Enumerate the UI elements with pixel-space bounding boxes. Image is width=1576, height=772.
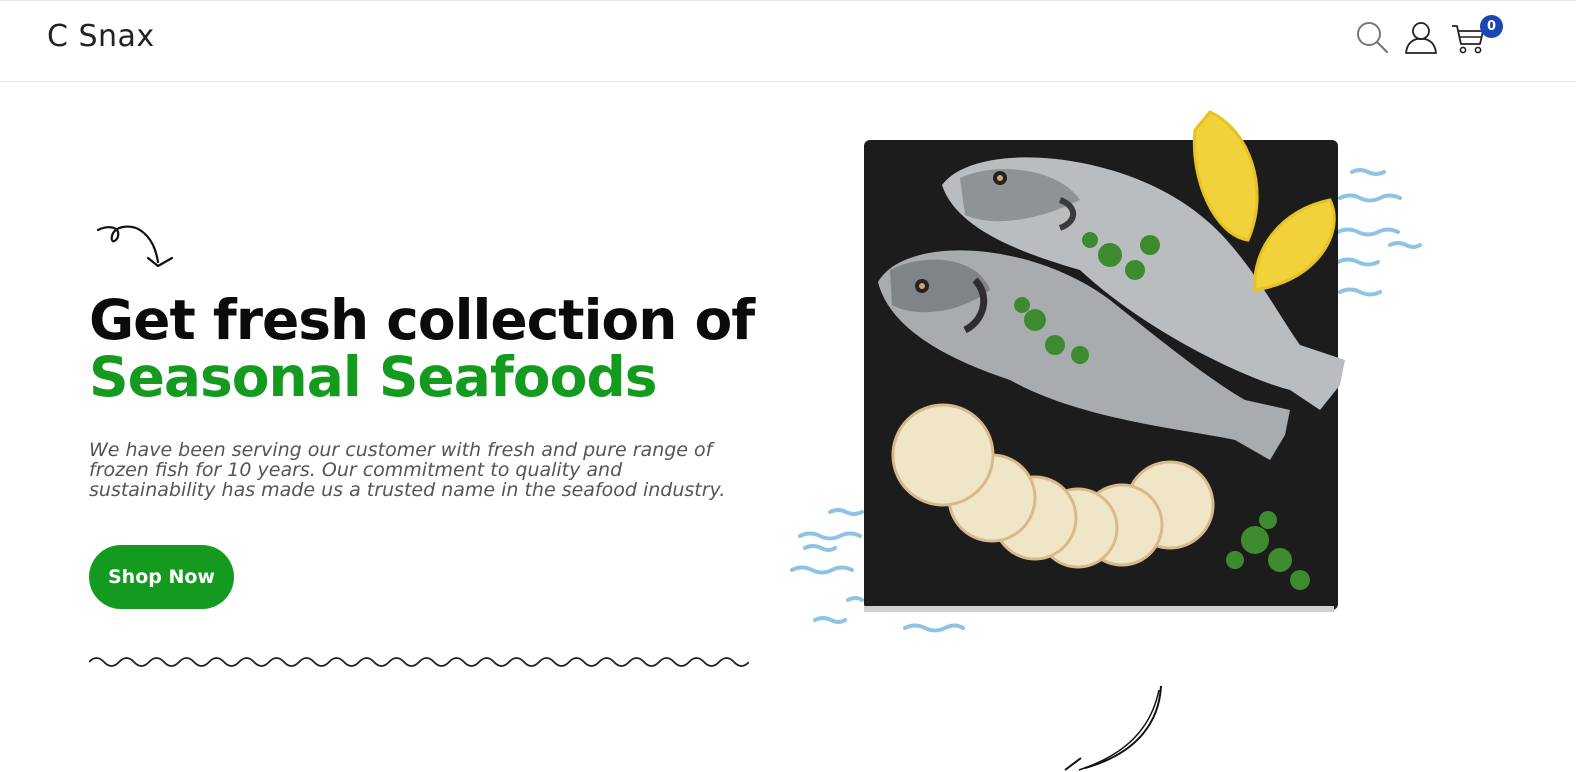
shop-now-button[interactable]: Shop Now (89, 545, 234, 609)
site-header: C Snax (0, 1, 1576, 82)
user-icon (1405, 22, 1437, 54)
hero-description: We have been serving our customer with f… (89, 439, 726, 501)
curved-arrow-icon (1064, 685, 1162, 771)
account-button[interactable] (1403, 20, 1439, 56)
cart-count-badge: 0 (1480, 15, 1503, 38)
headline-accent: Seasonal Seafoods (89, 345, 657, 409)
search-button[interactable] (1355, 20, 1389, 54)
hero-image (790, 110, 1422, 633)
squiggle-divider (89, 657, 749, 667)
search-icon (1357, 22, 1389, 54)
hero-headline: Get fresh collection of Seasonal Seafood… (89, 292, 755, 409)
swirl-arrow-icon (96, 225, 174, 268)
brand-logo[interactable]: C Snax (47, 19, 155, 54)
headline-line-1: Get fresh collection of (89, 288, 755, 352)
